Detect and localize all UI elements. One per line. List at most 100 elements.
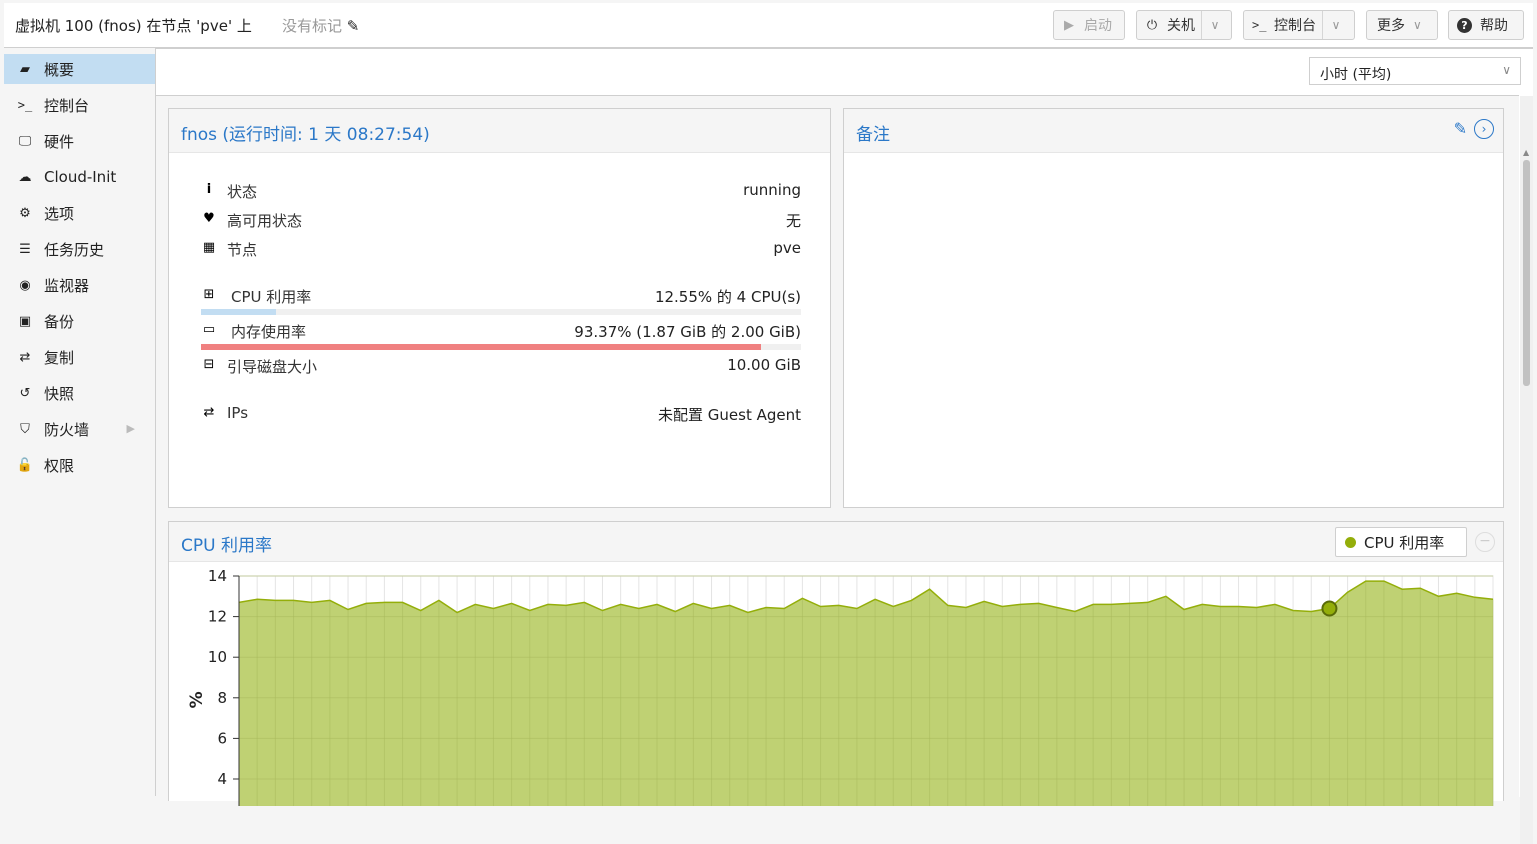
sidebar-item-label: 复制 (44, 348, 75, 367)
expand-arrow-icon[interactable]: ▶ (127, 422, 135, 435)
book-icon: ▰ (20, 61, 30, 77)
minimize-icon[interactable]: − (1475, 532, 1495, 552)
sidebar-item-summary[interactable]: ▰ 概要 (4, 54, 155, 84)
edit-icon[interactable]: ✎ (1454, 119, 1467, 138)
more-button[interactable]: 更多 ∨ (1366, 10, 1438, 40)
y-tick-label: 10 (208, 648, 227, 666)
cpu-row: ⊞ CPU 利用率 12.55% 的 4 CPU(s) (201, 286, 801, 308)
timeframe-value: 小时 (平均) (1320, 67, 1392, 83)
sidebar-item-replication[interactable]: ⇄ 复制 (4, 342, 155, 372)
sidebar-item-label: 硬件 (44, 132, 75, 151)
sidebar-item-label: Cloud-Init (44, 168, 117, 186)
cpu-chart: 4 6 8 10 12 14% (187, 567, 1494, 806)
chip-icon: ⊞ (203, 287, 215, 302)
timeframe-select[interactable]: 小时 (平均) ∨ (1309, 57, 1521, 85)
memory-label: 内存使用率 (231, 323, 307, 341)
info-icon: i (206, 182, 212, 197)
sidebar-item-console[interactable]: >_ 控制台 (4, 90, 155, 120)
sidebar-item-snapshots[interactable]: ↺ 快照 (4, 378, 155, 408)
start-button[interactable]: ▶ 启动 (1053, 10, 1125, 40)
legend-dot (1345, 536, 1356, 548)
list-icon: ☰ (19, 241, 31, 257)
question-icon: ? (1457, 17, 1472, 33)
notes-panel-title: 备注 ✎ › (844, 109, 1503, 153)
pencil-icon[interactable]: ✎ (347, 17, 360, 35)
memory-usage-bar (201, 344, 801, 350)
console-button[interactable]: >_ 控制台 ∨ (1243, 10, 1355, 40)
shutdown-button[interactable]: ⏻ 关机 ∨ (1136, 10, 1232, 40)
notes-panel: 备注 ✎ › (843, 108, 1504, 508)
unlock-icon: 🔓 (16, 457, 34, 473)
sidebar-item-label: 概要 (44, 60, 75, 79)
status-label: 状态 (227, 183, 258, 201)
history-icon: ↺ (19, 385, 31, 401)
more-button-label: 更多 (1377, 18, 1405, 34)
scrollbar[interactable]: ▲ (1520, 96, 1533, 844)
tags-edit[interactable]: 没有标记 ✎ (282, 15, 359, 36)
node-label: 节点 (227, 241, 258, 259)
status-panel: fnos (运行时间: 1 天 08:27:54) i 状态 running ♥… (168, 108, 831, 508)
legend-label: CPU 利用率 (1364, 533, 1445, 552)
node-value: pve (773, 239, 801, 257)
console-button-label: 控制台 (1274, 18, 1316, 34)
disk-value: 10.00 GiB (727, 356, 801, 374)
sidebar-item-options[interactable]: ⚙ 选项 (4, 198, 155, 228)
sidebar-item-monitor[interactable]: ◉ 监视器 (4, 270, 155, 300)
main-area: 小时 (平均) ∨ fnos (运行时间: 1 天 08:27:54) i 状态… (156, 48, 1533, 844)
help-button-label: 帮助 (1480, 18, 1508, 34)
disk-label: 引导磁盘大小 (227, 358, 318, 376)
cpu-chart-panel: CPU 利用率 CPU 利用率 − 4 6 8 10 12 14% (168, 521, 1504, 806)
scroll-up-icon[interactable]: ▲ (1523, 148, 1529, 157)
y-tick-label: 4 (217, 770, 227, 788)
memory-row: ▭ 内存使用率 93.37% (1.87 GiB 的 2.00 GiB) (201, 321, 801, 343)
ha-label: 高可用状态 (227, 212, 303, 230)
cpu-usage-fill (201, 309, 277, 315)
sidebar-item-label: 监视器 (44, 276, 90, 295)
sidebar-item-permissions[interactable]: 🔓 权限 (4, 450, 155, 480)
tags-label: 没有标记 (282, 17, 343, 35)
sidebar-item-hardware[interactable]: 🖵 硬件 (4, 126, 155, 156)
ips-value: 未配置 Guest Agent (658, 406, 801, 424)
sidebar-item-backup[interactable]: ▣ 备份 (4, 306, 155, 336)
hdd-icon: ⊟ (203, 357, 215, 372)
chevron-down-icon[interactable]: ∨ (1201, 11, 1228, 39)
page-title: 虚拟机 100 (fnos) 在节点 'pve' 上 (15, 17, 252, 35)
retweet-icon: ⇄ (19, 349, 31, 365)
cpu-chart-title: CPU 利用率 (169, 522, 1503, 562)
cpu-legend-toggle[interactable]: CPU 利用率 (1335, 527, 1467, 557)
memory-icon: ▭ (202, 322, 216, 337)
sidebar-item-label: 选项 (44, 204, 75, 223)
ips-row: ⇄ IPs 未配置 Guest Agent (201, 404, 801, 426)
sidebar-item-task-history[interactable]: ☰ 任务历史 (4, 234, 155, 264)
exchange-icon: ⇄ (203, 405, 215, 420)
scrollbar-thumb[interactable] (1523, 160, 1530, 386)
y-tick-label: 6 (217, 729, 227, 747)
floppy-icon: ▣ (18, 313, 32, 329)
summary-content: fnos (运行时间: 1 天 08:27:54) i 状态 running ♥… (156, 95, 1533, 844)
sidebar-item-label: 权限 (44, 456, 75, 475)
help-button[interactable]: ? 帮助 (1448, 10, 1524, 40)
cpu-label: CPU 利用率 (231, 288, 312, 306)
sidebar-item-label: 控制台 (44, 96, 90, 115)
heartbeat-icon: ♥ (203, 211, 215, 226)
status-row: i 状态 running (201, 181, 801, 203)
status-value: running (743, 181, 801, 199)
chevron-down-icon: ∨ (1413, 18, 1422, 32)
sidebar-item-label: 防火墙 (44, 420, 90, 439)
desktop-icon: 🖵 (18, 133, 32, 149)
sidebar-item-cloud-init[interactable]: ☁ Cloud-Init (4, 162, 155, 192)
collapse-icon[interactable]: › (1474, 119, 1494, 139)
disk-row: ⊟ 引导磁盘大小 10.00 GiB (201, 356, 801, 378)
memory-usage-fill (201, 344, 762, 350)
node-row: ▦ 节点 pve (201, 239, 801, 261)
sidebar-item-label: 备份 (44, 312, 75, 331)
ha-value: 无 (785, 212, 801, 230)
y-tick-label: 14 (208, 567, 227, 585)
cloud-icon: ☁ (18, 169, 32, 185)
chevron-down-icon[interactable]: ∨ (1322, 11, 1349, 39)
ips-label: IPs (227, 404, 249, 422)
sidebar-item-firewall[interactable]: ⛉ 防火墙 ▶ (4, 414, 155, 444)
sidebar-item-label: 任务历史 (44, 240, 105, 259)
terminal-icon: >_ (1252, 18, 1267, 32)
top-toolbar: 虚拟机 100 (fnos) 在节点 'pve' 上 没有标记 ✎ ▶ 启动 ⏻… (4, 3, 1533, 48)
